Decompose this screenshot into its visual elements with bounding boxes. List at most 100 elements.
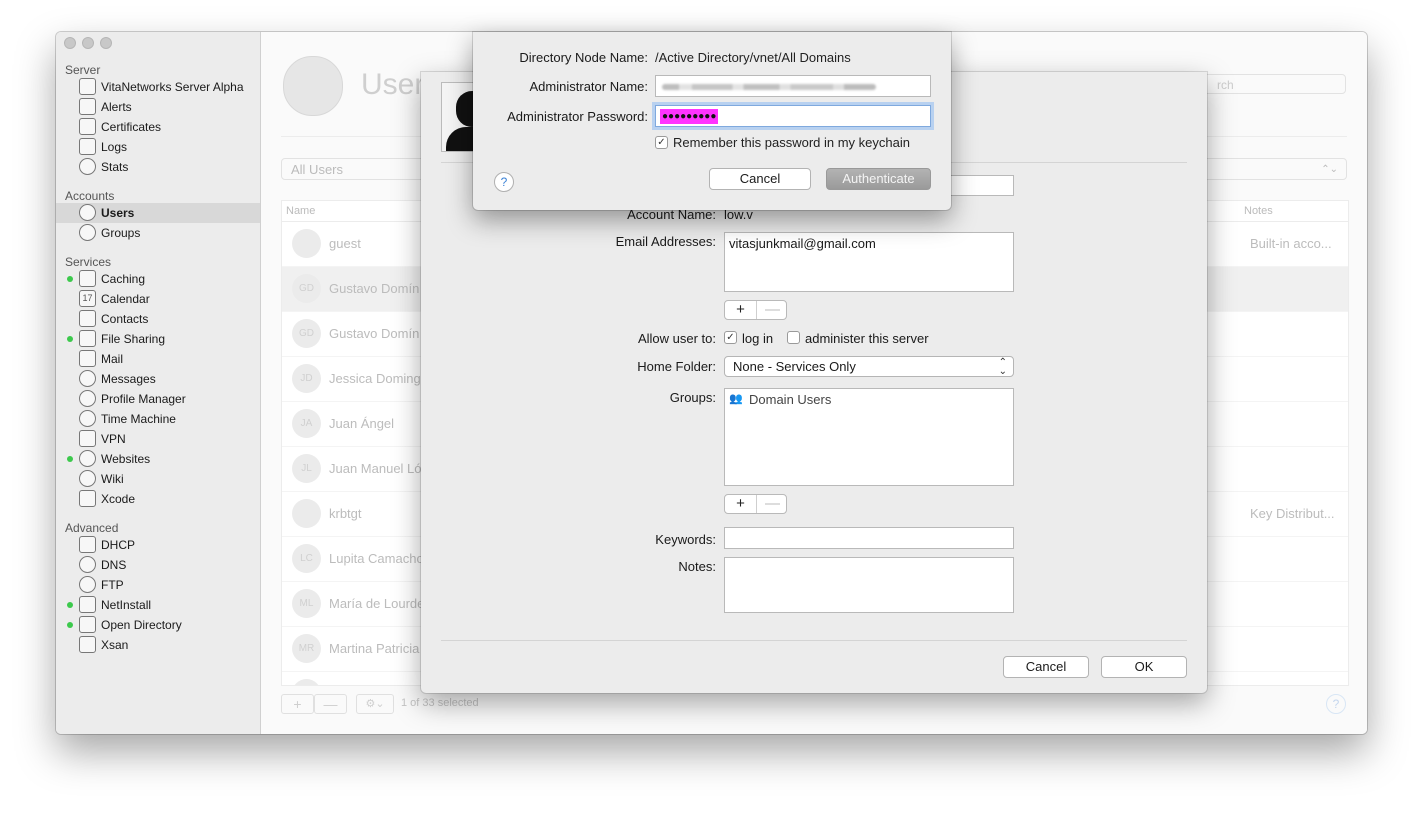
notes-label: Notes:: [678, 559, 716, 574]
email-item[interactable]: vitasjunkmail@gmail.com: [729, 236, 876, 251]
keywords-field[interactable]: [724, 527, 1014, 549]
sidebar-item-file-sharing[interactable]: File Sharing: [56, 329, 260, 349]
sidebar-item-caching[interactable]: Caching: [56, 269, 260, 289]
chevron-updown-icon: ⌃⌄: [998, 357, 1007, 377]
close-window-button[interactable]: [64, 37, 76, 49]
sidebar-item-calendar[interactable]: 17 Calendar: [56, 289, 260, 309]
sidebar-item-dns[interactable]: DNS: [56, 555, 260, 575]
cancel-button[interactable]: Cancel: [709, 168, 811, 190]
running-status-dot: [67, 622, 73, 628]
sidebar-item-users[interactable]: Users: [56, 203, 260, 223]
add-group-button[interactable]: +: [725, 495, 756, 513]
sidebar-item-label: VitaNetworks Server Alpha: [101, 80, 244, 94]
ok-button[interactable]: OK: [1101, 656, 1187, 678]
profile-manager-icon: [79, 390, 96, 407]
add-user-button[interactable]: +: [281, 694, 314, 714]
zoom-window-button[interactable]: [100, 37, 112, 49]
sidebar-item-xcode[interactable]: Xcode: [56, 489, 260, 509]
sidebar-item-label: Certificates: [101, 120, 162, 134]
column-header-name[interactable]: Name: [286, 205, 315, 217]
add-email-button[interactable]: +: [725, 301, 756, 319]
groups-list[interactable]: 👥 Domain Users: [724, 388, 1014, 486]
sidebar-item-label: Time Machine: [101, 412, 176, 426]
notes-field[interactable]: [724, 557, 1014, 613]
admin-password-field[interactable]: ●●●●●●●●●: [655, 105, 931, 127]
email-label: Email Addresses:: [615, 234, 716, 249]
home-folder-label: Home Folder:: [637, 359, 716, 374]
wiki-icon: [79, 470, 96, 487]
open-directory-icon: [79, 616, 96, 633]
administer-checkbox[interactable]: [787, 331, 800, 344]
sidebar-item-label: FTP: [101, 578, 124, 592]
sidebar-section-advanced: Advanced: [65, 521, 119, 535]
gear-icon: ⚙⌄: [365, 698, 385, 710]
minimize-window-button[interactable]: [82, 37, 94, 49]
remove-email-button[interactable]: —: [756, 301, 788, 319]
cancel-button[interactable]: Cancel: [1003, 656, 1089, 678]
redacted-name: [662, 84, 876, 90]
sidebar-item-vpn[interactable]: VPN: [56, 429, 260, 449]
login-label: log in: [742, 331, 774, 346]
admin-password-label: Administrator Password:: [507, 109, 648, 124]
running-status-dot: [67, 456, 73, 462]
calendar-icon: 17: [79, 290, 96, 307]
groups-icon: [79, 224, 96, 241]
sidebar-item-ftp[interactable]: FTP: [56, 575, 260, 595]
sidebar-item-groups[interactable]: Groups: [56, 223, 260, 243]
megaphone-icon: [79, 98, 96, 115]
user-name: Jessica Doming: [329, 371, 421, 386]
sidebar-item-alerts[interactable]: Alerts: [56, 97, 260, 117]
avatar: LC: [292, 544, 321, 573]
admin-name-label: Administrator Name:: [529, 79, 648, 94]
group-icon: 👥: [729, 393, 743, 405]
sidebar-item-messages[interactable]: Messages: [56, 369, 260, 389]
user-name: Juan Manuel Ló: [329, 461, 422, 476]
sidebar-item-label: DNS: [101, 558, 127, 572]
sidebar-item-stats[interactable]: Stats: [56, 157, 260, 177]
group-item[interactable]: Domain Users: [749, 392, 831, 407]
sidebar-item-websites[interactable]: Websites: [56, 449, 260, 469]
sidebar: Server VitaNetworks Server Alpha Alerts Ce…: [56, 32, 261, 734]
email-list[interactable]: vitasjunkmail@gmail.com: [724, 232, 1014, 292]
help-button[interactable]: ?: [1326, 694, 1346, 714]
sidebar-item-label: Wiki: [101, 472, 124, 486]
remove-user-button[interactable]: —: [314, 694, 347, 714]
ftp-icon: [79, 576, 96, 593]
time-machine-icon: [79, 410, 96, 427]
sidebar-item-label: File Sharing: [101, 332, 166, 346]
caching-icon: [79, 270, 96, 287]
sidebar-item-time-machine[interactable]: Time Machine: [56, 409, 260, 429]
user-icon: [79, 204, 96, 221]
sidebar-item-wiki[interactable]: Wiki: [56, 469, 260, 489]
sidebar-item-dhcp[interactable]: DHCP: [56, 535, 260, 555]
sidebar-item-logs[interactable]: Logs: [56, 137, 260, 157]
remember-password-checkbox[interactable]: ✓: [655, 136, 668, 149]
sidebar-item-label: Xsan: [101, 638, 129, 652]
sidebar-item-contacts[interactable]: Contacts: [56, 309, 260, 329]
login-checkbox[interactable]: ✓: [724, 331, 737, 344]
sidebar-item-netinstall[interactable]: NetInstall: [56, 595, 260, 615]
users-avatar-icon: [283, 56, 343, 116]
sidebar-item-label: NetInstall: [101, 598, 152, 612]
admin-name-field[interactable]: [655, 75, 931, 97]
remember-password-label: Remember this password in my keychain: [673, 135, 910, 150]
avatar: JA: [292, 409, 321, 438]
sidebar-item-profile-manager[interactable]: Profile Manager: [56, 389, 260, 409]
column-header-notes[interactable]: Notes: [1244, 205, 1273, 217]
sidebar-item-mail[interactable]: Mail: [56, 349, 260, 369]
remove-group-button[interactable]: —: [756, 495, 788, 513]
sidebar-item-vitanetworks-server-alpha[interactable]: VitaNetworks Server Alpha: [56, 77, 260, 97]
user-name: María de Lourde: [329, 596, 425, 611]
search-input[interactable]: rch: [1196, 74, 1346, 94]
sidebar-item-xsan[interactable]: Xsan: [56, 635, 260, 655]
help-button[interactable]: ?: [494, 172, 514, 192]
sidebar-item-label: DHCP: [101, 538, 136, 552]
sidebar-item-certificates[interactable]: Certificates: [56, 117, 260, 137]
avatar: MR: [292, 634, 321, 663]
avatar: [292, 229, 321, 258]
sidebar-item-open-directory[interactable]: Open Directory: [56, 615, 260, 635]
gear-menu-button[interactable]: ⚙⌄: [356, 694, 394, 714]
administer-label: administer this server: [805, 331, 929, 346]
home-folder-select[interactable]: None - Services Only ⌃ ⌄: [724, 356, 1014, 377]
authenticate-button[interactable]: Authenticate: [826, 168, 931, 190]
